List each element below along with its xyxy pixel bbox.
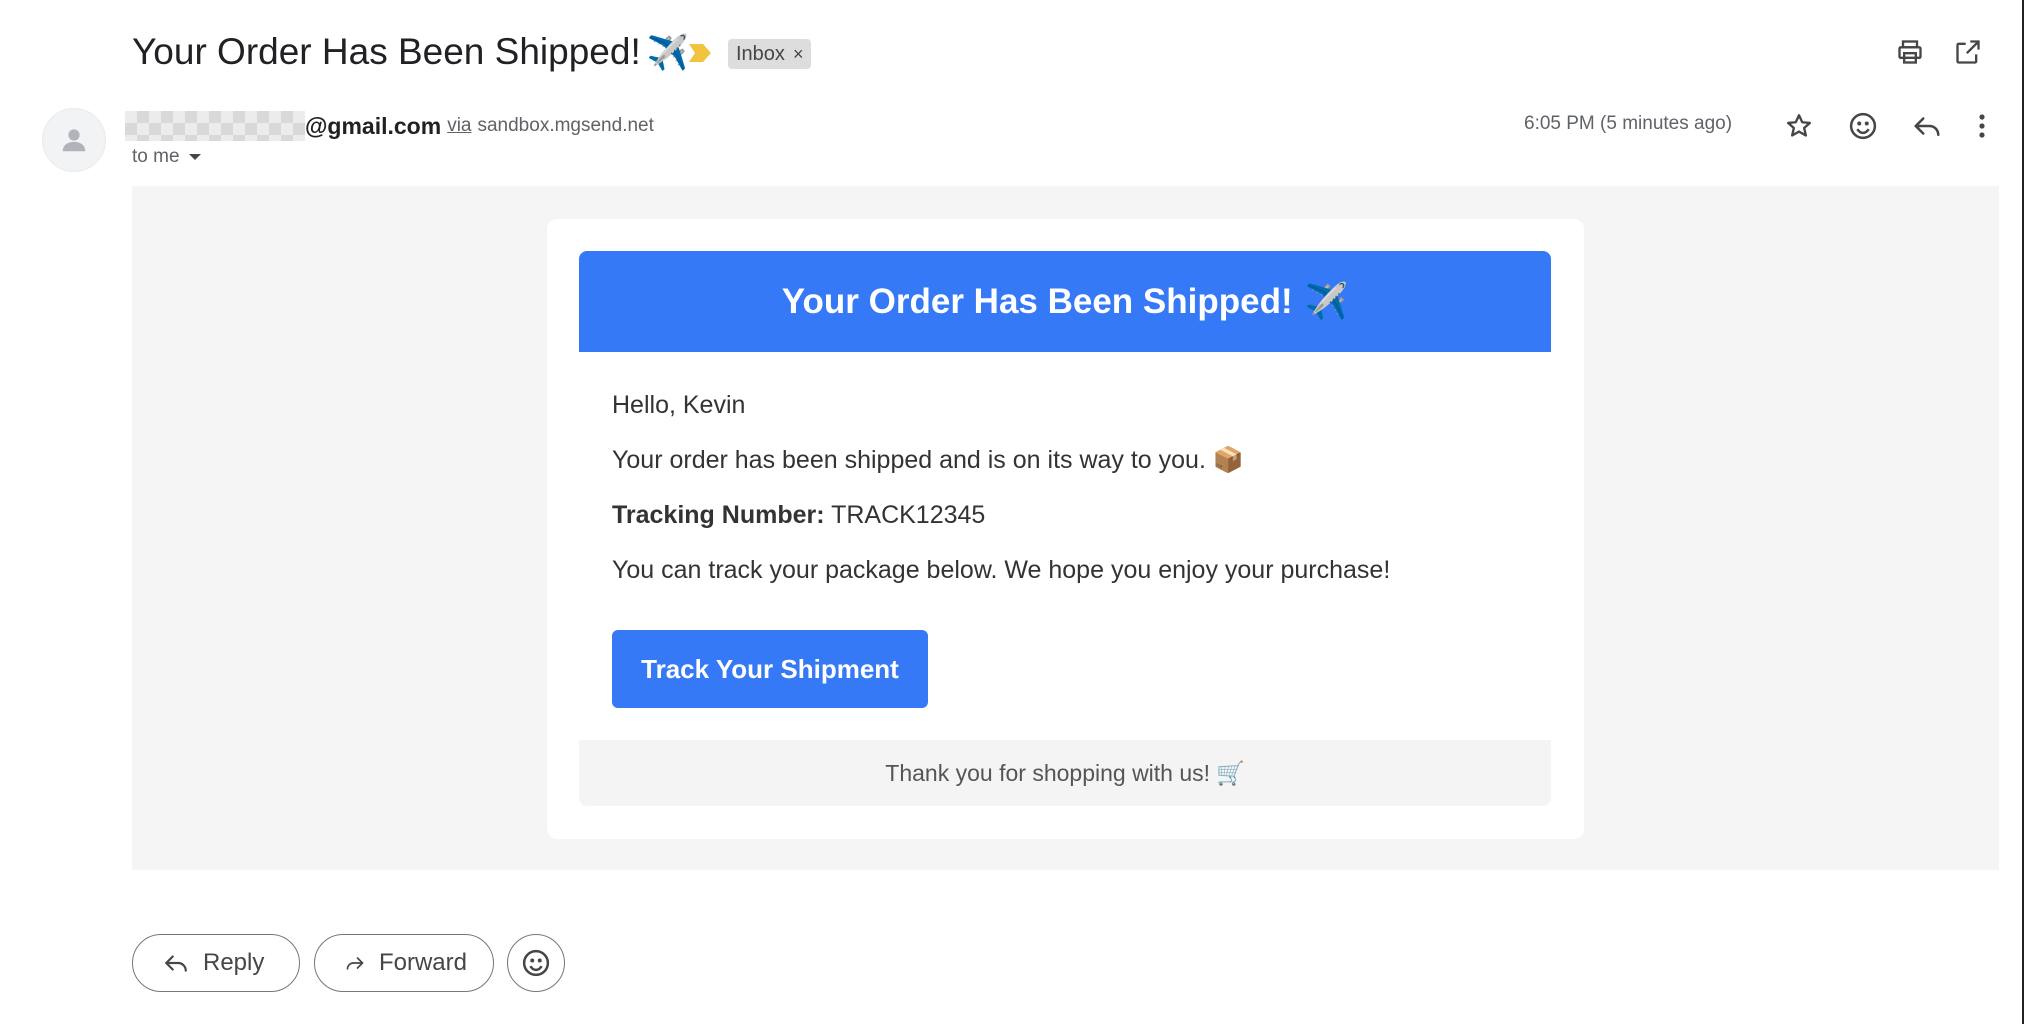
forward-icon <box>346 957 364 970</box>
redacted-sender-name <box>125 111 305 141</box>
open-in-new-window-button[interactable] <box>1948 32 1988 72</box>
footer-text: Thank you for shopping with us! <box>885 759 1211 786</box>
importance-marker-icon[interactable] <box>687 42 713 64</box>
reply-button[interactable]: Reply <box>132 934 300 992</box>
banner-title: Your Order Has Been Shipped! <box>781 281 1293 321</box>
timestamp: 6:05 PM (5 minutes ago) <box>1524 113 1733 134</box>
emoji-icon <box>1849 112 1877 140</box>
recipient-details-toggle[interactable]: to me <box>132 146 202 168</box>
more-vert-icon <box>1979 114 1985 138</box>
recipient-text: to me <box>132 146 180 167</box>
track-info-line: You can track your package below. We hop… <box>612 556 1391 584</box>
add-reaction-button[interactable] <box>1843 106 1883 146</box>
caret-down-icon <box>188 154 201 160</box>
subject-emoji: ✈️ <box>646 34 690 72</box>
tracking-line: Tracking Number: TRACK12345 <box>612 501 985 530</box>
forward-button[interactable]: Forward <box>314 934 494 992</box>
track-shipment-button[interactable]: Track Your Shipment <box>612 630 928 708</box>
remove-label-icon[interactable]: × <box>793 44 804 65</box>
shipped-line: Your order has been shipped and is on it… <box>612 446 1244 475</box>
emoji-icon <box>522 949 550 977</box>
more-options-button[interactable] <box>1962 106 2002 146</box>
via-domain: sandbox.mgsend.net <box>477 115 654 136</box>
open-in-new-icon <box>1956 40 1980 64</box>
via-link[interactable]: via <box>447 115 471 137</box>
sender-email[interactable]: @gmail.com <box>305 113 441 140</box>
reply-label: Reply <box>203 949 265 976</box>
email-banner: Your Order Has Been Shipped! ✈️ <box>579 251 1551 352</box>
sender-line: @gmail.com via sandbox.mgsend.net <box>125 110 654 142</box>
label-chip-inbox: Inbox × <box>728 39 812 69</box>
label-chip-text: Inbox <box>736 42 785 65</box>
star-button[interactable] <box>1779 106 1819 146</box>
cart-emoji: 🛒 <box>1216 759 1245 786</box>
reply-icon <box>165 955 187 972</box>
greeting: Hello, Kevin <box>612 391 746 419</box>
package-emoji: 📦 <box>1212 446 1245 474</box>
window-edge <box>2022 0 2024 1024</box>
shipped-text: Your order has been shipped and is on it… <box>612 446 1206 474</box>
forward-label: Forward <box>378 949 467 976</box>
tracking-label: Tracking Number: <box>612 501 825 529</box>
subject-text: Your Order Has Been Shipped! <box>132 31 641 72</box>
email-subject: Your Order Has Been Shipped! ✈️ <box>132 26 689 79</box>
print-icon <box>1898 40 1922 64</box>
reply-icon <box>1914 117 1940 136</box>
print-button[interactable] <box>1890 32 1930 72</box>
avatar[interactable] <box>42 108 106 172</box>
avatar-person-icon <box>62 129 86 152</box>
react-emoji-button[interactable] <box>507 934 565 992</box>
tracking-number: TRACK12345 <box>831 501 986 529</box>
reply-icon-button[interactable] <box>1907 106 1947 146</box>
star-icon <box>1786 114 1812 137</box>
banner-emoji: ✈️ <box>1304 282 1349 321</box>
email-footer: Thank you for shopping with us! 🛒 <box>579 740 1551 806</box>
